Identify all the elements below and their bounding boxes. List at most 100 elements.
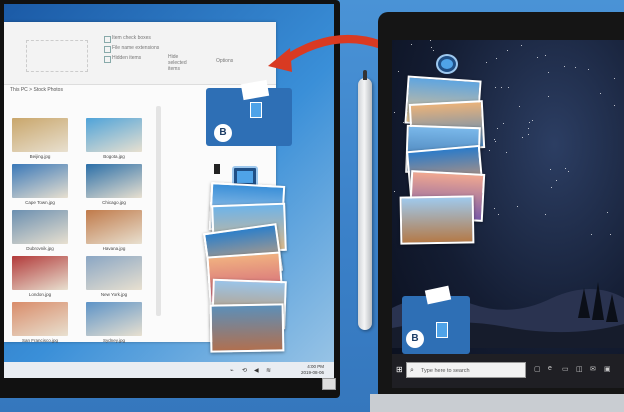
star <box>485 61 487 63</box>
app-sticker-icon[interactable] <box>436 54 458 74</box>
system-clock[interactable]: 4:00 PM 2019-08-06 <box>301 364 324 376</box>
b-badge: B <box>214 124 232 142</box>
star <box>520 44 522 46</box>
thumbnail-label: Bogota.jpg <box>103 154 125 159</box>
task-view-icon[interactable]: ▢ <box>534 365 541 373</box>
thumbnail-label: Beijing.jpg <box>29 154 51 159</box>
star <box>547 96 549 98</box>
app-icon <box>250 102 262 118</box>
thumbnail-image[interactable] <box>86 302 142 336</box>
thumbnail-image[interactable] <box>12 164 68 198</box>
star <box>432 50 434 51</box>
star <box>531 120 533 122</box>
star <box>607 212 609 214</box>
star <box>506 50 508 52</box>
thumbnail-label: London.jpg <box>28 292 52 297</box>
star <box>495 86 497 88</box>
star <box>497 214 499 216</box>
thumbnail-label: San Francisco.jpg <box>21 338 59 343</box>
thumbnail-label: New York.jpg <box>100 292 128 297</box>
star <box>397 70 399 72</box>
star <box>575 67 577 69</box>
thumbnail-image[interactable] <box>86 256 142 290</box>
search-placeholder: Type here to search <box>421 368 470 374</box>
right-screen: B ⊞ ⌕ Type here to search ▢ e ▭ ◫ ✉ ▣ <box>392 40 624 388</box>
star <box>489 150 491 152</box>
star <box>613 104 615 106</box>
star <box>565 168 567 170</box>
star <box>431 47 433 49</box>
star <box>599 92 601 94</box>
ribbon-item[interactable]: Options <box>216 58 233 64</box>
thumbnail-image[interactable] <box>86 210 142 244</box>
thumbnail-image[interactable] <box>12 118 68 152</box>
ribbon-checkbox[interactable] <box>104 46 111 53</box>
folder-widget[interactable]: B <box>402 285 470 354</box>
star <box>505 152 507 154</box>
star <box>496 127 498 129</box>
taskbar-search-box[interactable]: ⌕ Type here to search <box>406 362 526 378</box>
store-icon[interactable]: ◫ <box>576 365 583 373</box>
thumbnail-image[interactable] <box>12 256 68 290</box>
volume-icon[interactable]: ◀ <box>254 367 259 374</box>
thumbnail-label: Havana.jpg <box>102 246 126 251</box>
star <box>613 77 615 79</box>
star <box>430 40 432 42</box>
star <box>544 55 546 57</box>
b-badge: B <box>406 330 424 348</box>
scrollbar[interactable] <box>156 106 161 316</box>
star <box>609 233 611 235</box>
monitor-logo-icon <box>322 378 336 390</box>
left-taskbar: ⌁ ⟲ ◀ ≋ 4:00 PM 2019-08-06 <box>4 362 334 378</box>
star <box>507 87 509 88</box>
wifi-icon[interactable]: ≋ <box>266 367 271 374</box>
star <box>496 58 498 60</box>
thumbnail-label: Cape Town.jpg <box>25 200 55 205</box>
mail-icon[interactable]: ✉ <box>590 365 596 373</box>
keyboard <box>370 394 624 412</box>
thumbnail-image[interactable] <box>86 118 142 152</box>
thumbnail-label: Dubrovnik.jpg <box>26 246 54 251</box>
ribbon-item[interactable]: Hide selected items <box>168 54 198 72</box>
ribbon-item[interactable]: Hidden items <box>112 55 141 61</box>
thumbnail-image[interactable] <box>12 302 68 336</box>
folder-widget[interactable]: B <box>206 79 292 146</box>
pin-icon <box>214 164 220 174</box>
thumbnail-image[interactable] <box>86 164 142 198</box>
surface-pen <box>358 70 372 330</box>
ribbon-item[interactable]: Item check boxes <box>112 35 151 41</box>
star <box>528 122 530 124</box>
star <box>549 169 551 171</box>
star <box>591 233 593 235</box>
clock-date: 2019-08-06 <box>300 370 324 375</box>
star <box>587 69 589 71</box>
star <box>493 139 495 141</box>
thumbnail-image[interactable] <box>12 210 68 244</box>
photos-icon[interactable]: ▣ <box>604 365 611 373</box>
ribbon-item[interactable]: File name extensions <box>112 45 159 51</box>
edge-icon[interactable]: e <box>548 365 552 372</box>
explorer-ribbon: Item check boxes File name extensions Hi… <box>4 22 276 85</box>
star <box>393 111 395 113</box>
star <box>393 191 395 193</box>
star <box>410 44 412 46</box>
star <box>493 207 495 209</box>
photo-card[interactable] <box>209 303 285 353</box>
star <box>502 122 504 124</box>
ribbon-checkbox[interactable] <box>104 36 111 43</box>
photo-card[interactable] <box>399 195 475 245</box>
search-icon: ⌕ <box>410 367 414 374</box>
windows-logo-icon[interactable]: ⊞ <box>396 365 403 374</box>
network-icon[interactable]: ⌁ <box>230 367 234 374</box>
star <box>494 141 496 143</box>
right-taskbar: ⊞ ⌕ Type here to search ▢ e ▭ ◫ ✉ ▣ <box>392 354 624 388</box>
folder-icon[interactable]: ▭ <box>562 365 569 373</box>
star <box>551 187 553 189</box>
folder-paper <box>240 79 270 101</box>
ribbon-checkbox[interactable] <box>104 56 111 63</box>
ribbon-layout-group[interactable] <box>26 40 88 72</box>
star <box>564 66 566 68</box>
star <box>536 57 538 59</box>
star <box>547 71 549 73</box>
sync-icon[interactable]: ⟲ <box>242 367 247 374</box>
